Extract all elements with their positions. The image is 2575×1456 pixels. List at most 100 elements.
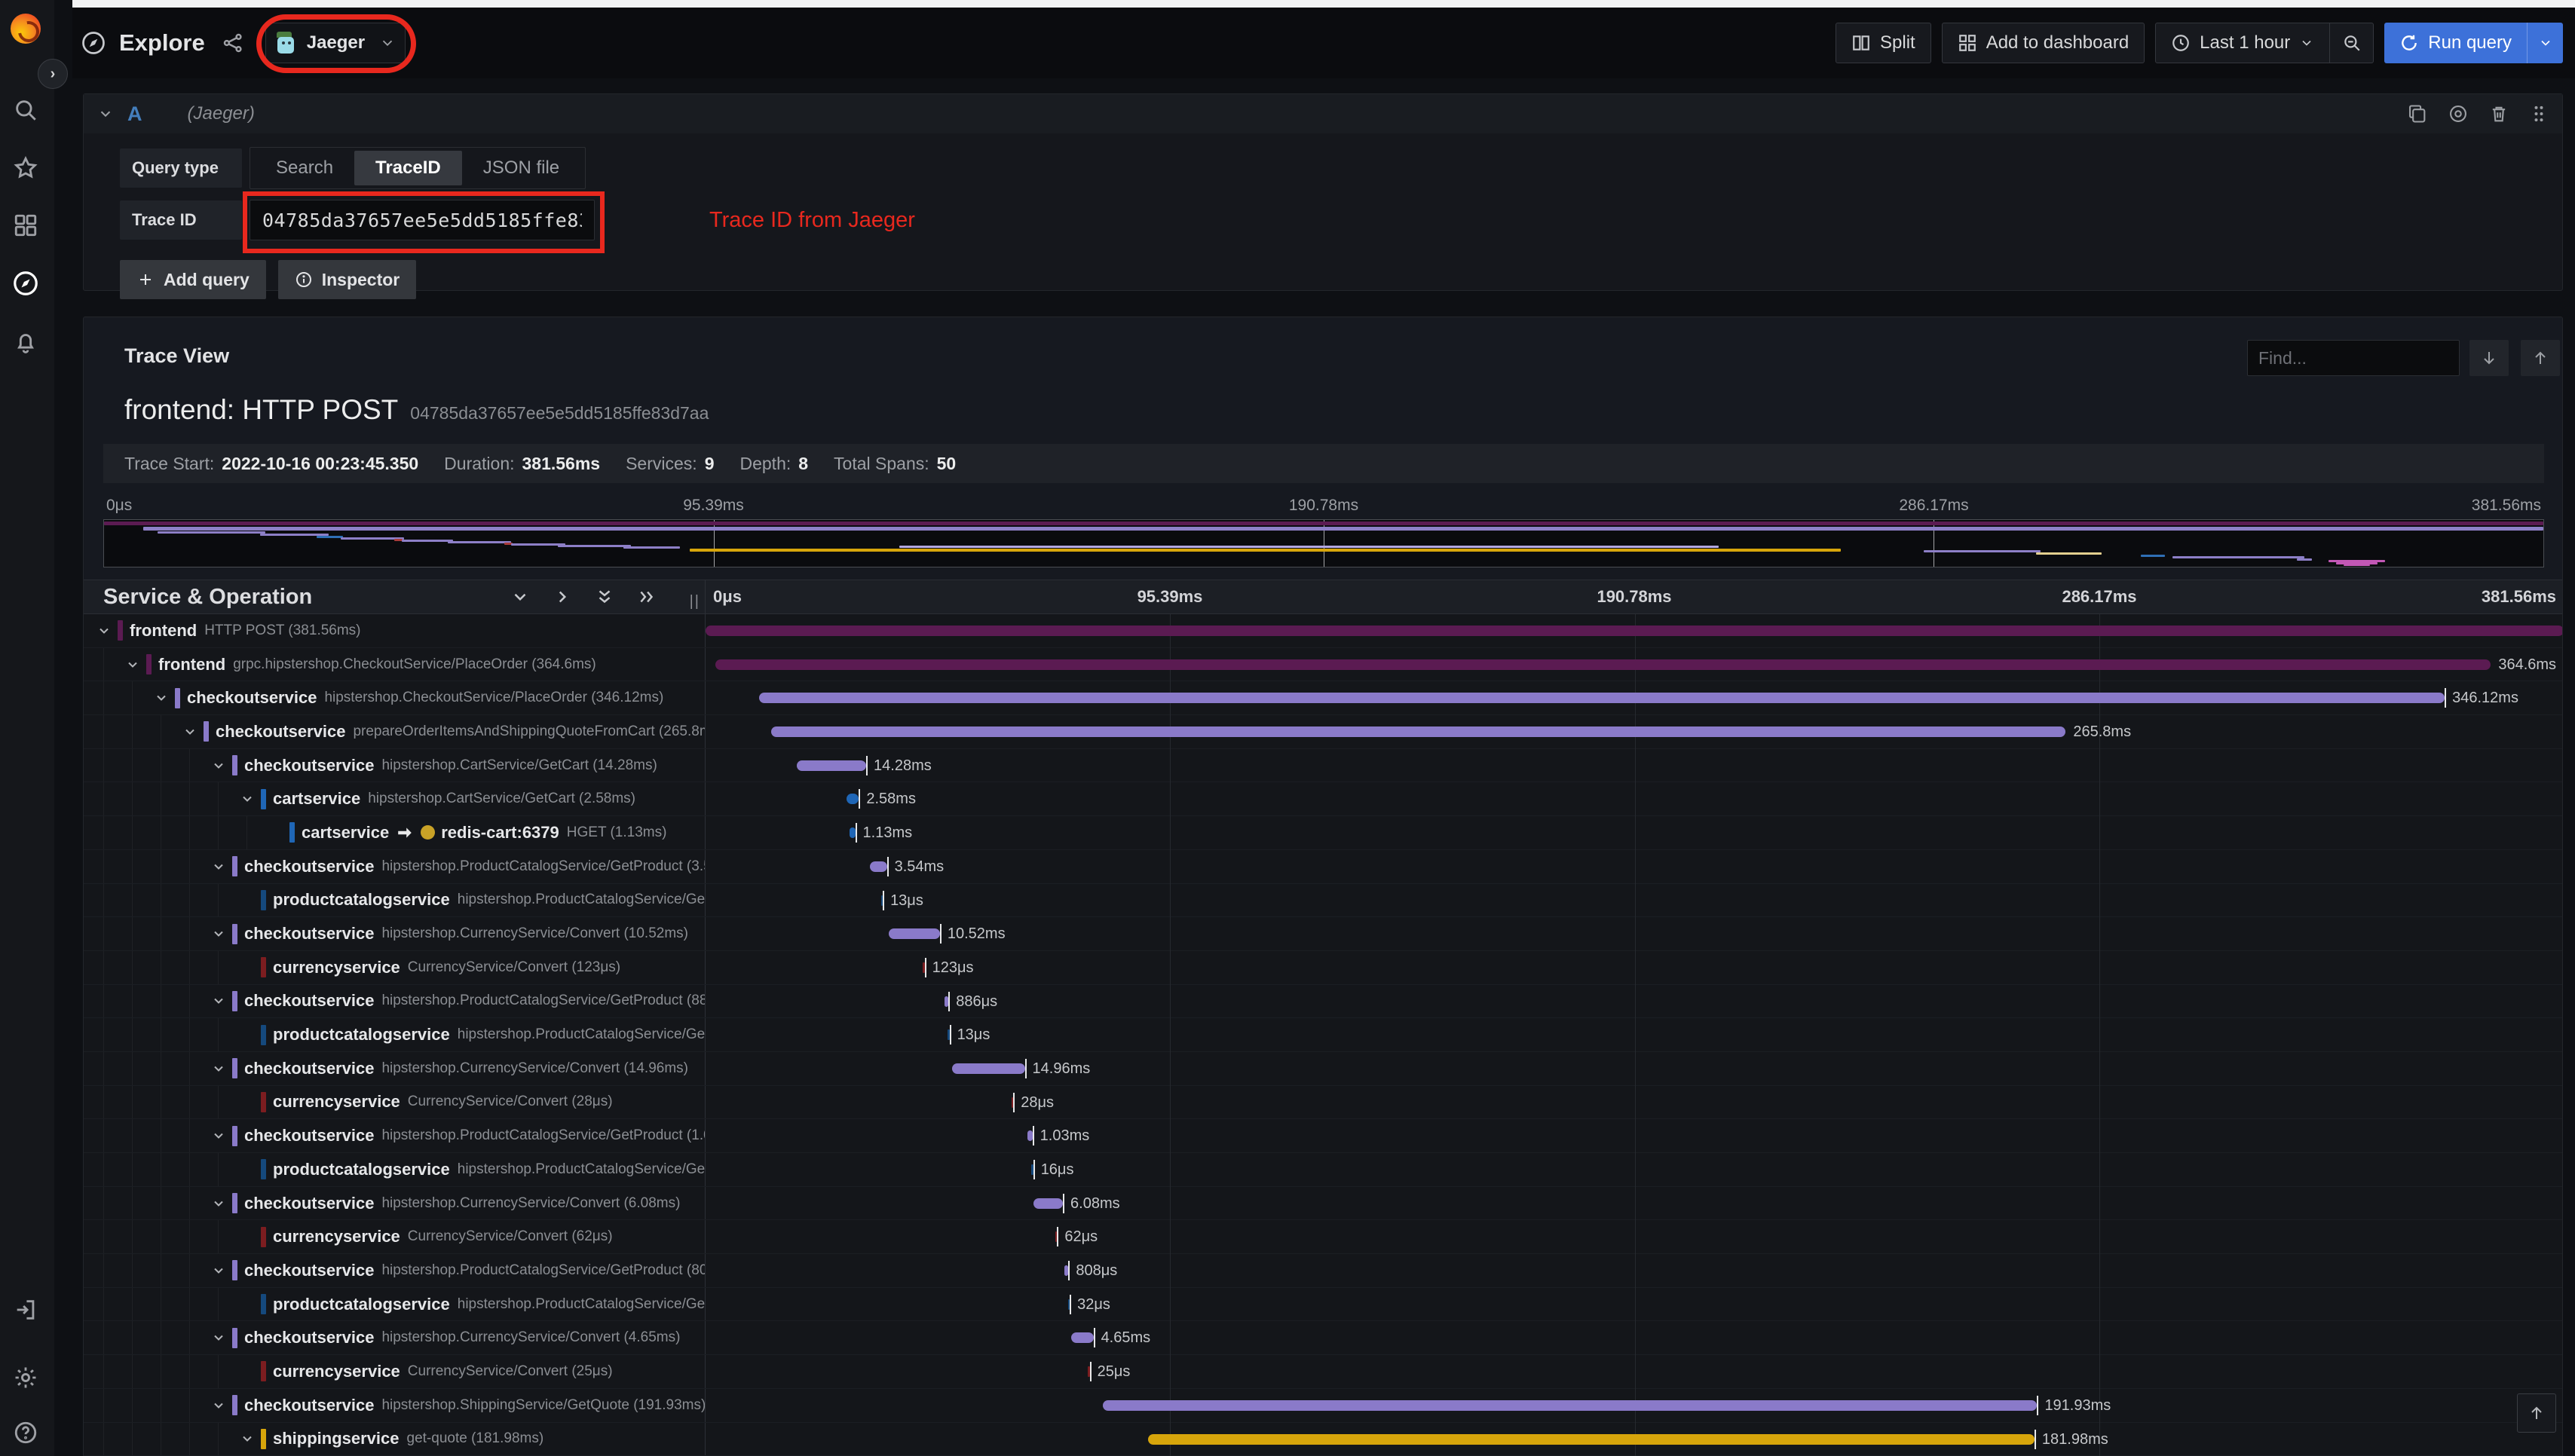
tab-traceid[interactable]: TraceID: [354, 151, 462, 185]
chevron-down-icon[interactable]: [210, 1262, 227, 1279]
chevron-down-icon[interactable]: [210, 757, 227, 774]
span-bar[interactable]: [796, 760, 867, 771]
span-row[interactable]: currencyservice CurrencyService/Convert (…: [84, 1355, 2562, 1389]
sign-in-icon[interactable]: [11, 1295, 41, 1325]
chevron-down-icon[interactable]: [97, 106, 114, 122]
span-bar[interactable]: [1027, 1130, 1033, 1142]
span-row[interactable]: cartservice redis-cart:6379 HGET (1.13ms) 1…: [84, 816, 2562, 850]
span-row[interactable]: currencyservice CurrencyService/Convert (…: [84, 950, 2562, 985]
span-row[interactable]: cartservice hipstershop.CartService/GetCa…: [84, 782, 2562, 817]
chevron-down-icon[interactable]: [210, 858, 227, 875]
span-bar[interactable]: [888, 928, 940, 940]
span-row[interactable]: frontend grpc.hipstershop.CheckoutService…: [84, 647, 2562, 682]
span-bar[interactable]: [869, 861, 887, 872]
span-row-left[interactable]: checkoutservice prepareOrderItemsAndShipp…: [84, 715, 706, 748]
chevron-down-icon[interactable]: [182, 723, 198, 740]
span-row-left[interactable]: productcatalogservice hipstershop.Product…: [84, 1018, 706, 1051]
span-row[interactable]: checkoutservice hipstershop.ProductCatalo…: [84, 849, 2562, 884]
span-row-left[interactable]: checkoutservice hipstershop.ShippingServi…: [84, 1388, 706, 1422]
span-bar[interactable]: [951, 1063, 1025, 1074]
span-bar[interactable]: [850, 827, 856, 839]
span-row-left[interactable]: cartservice redis-cart:6379 HGET (1.13ms): [84, 816, 706, 849]
zoom-out-time-button[interactable]: [2330, 23, 2374, 63]
span-row-left[interactable]: shippingservice get-quote (181.98ms): [84, 1422, 706, 1456]
span-row-left[interactable]: checkoutservice hipstershop.CheckoutServi…: [84, 681, 706, 715]
span-row[interactable]: checkoutservice prepareOrderItemsAndShipp…: [84, 715, 2562, 749]
span-row-left[interactable]: productcatalogservice hipstershop.Product…: [84, 1287, 706, 1321]
collapse-all-icon[interactable]: [595, 587, 614, 607]
chevron-down-icon[interactable]: [210, 1329, 227, 1346]
span-row-left[interactable]: checkoutservice hipstershop.CurrencyServi…: [84, 1321, 706, 1355]
span-row-left[interactable]: currencyservice CurrencyService/Convert (…: [84, 1220, 706, 1254]
span-row-left[interactable]: checkoutservice hipstershop.CurrencyServi…: [84, 1186, 706, 1220]
span-bar[interactable]: [1033, 1198, 1064, 1209]
expand-one-icon[interactable]: [553, 587, 572, 607]
star-icon[interactable]: [11, 153, 41, 183]
span-bar[interactable]: [715, 659, 2491, 670]
span-row[interactable]: checkoutservice hipstershop.ProductCatalo…: [84, 984, 2562, 1019]
chevron-down-icon[interactable]: [239, 1430, 256, 1447]
find-input[interactable]: [2247, 340, 2460, 376]
span-row[interactable]: productcatalogservice hipstershop.Product…: [84, 1153, 2562, 1187]
expand-all-icon[interactable]: [637, 587, 657, 607]
dashboards-icon[interactable]: [11, 210, 41, 240]
span-row-left[interactable]: productcatalogservice hipstershop.Product…: [84, 883, 706, 917]
span-bar[interactable]: [1070, 1332, 1094, 1344]
help-icon[interactable]: [11, 1418, 41, 1448]
delete-query-icon[interactable]: [2488, 103, 2509, 124]
span-row[interactable]: checkoutservice hipstershop.CurrencyServi…: [84, 1321, 2562, 1356]
search-icon[interactable]: [11, 95, 41, 125]
span-row[interactable]: checkoutservice hipstershop.ProductCatalo…: [84, 1119, 2562, 1153]
span-row-left[interactable]: checkoutservice hipstershop.ProductCatalo…: [84, 1254, 706, 1287]
sidebar-expand-button[interactable]: ›: [38, 59, 68, 89]
copy-query-icon[interactable]: [2407, 103, 2428, 124]
span-row[interactable]: frontend HTTP POST (381.56ms): [84, 614, 2562, 648]
chevron-down-icon[interactable]: [210, 925, 227, 942]
chevron-down-icon[interactable]: [210, 1397, 227, 1414]
span-row-left[interactable]: productcatalogservice hipstershop.Product…: [84, 1153, 706, 1186]
add-query-button[interactable]: Add query: [120, 260, 266, 299]
span-row-left[interactable]: currencyservice CurrencyService/Convert (…: [84, 1085, 706, 1119]
span-row-left[interactable]: currencyservice CurrencyService/Convert (…: [84, 1355, 706, 1388]
add-to-dashboard-button[interactable]: Add to dashboard: [1941, 23, 2145, 63]
span-row[interactable]: checkoutservice hipstershop.CurrencyServi…: [84, 1051, 2562, 1086]
span-bar[interactable]: [706, 626, 2562, 636]
span-row[interactable]: checkoutservice hipstershop.ShippingServi…: [84, 1388, 2562, 1423]
share-icon[interactable]: [222, 32, 244, 54]
run-query-button[interactable]: Run query: [2384, 23, 2563, 63]
tab-search[interactable]: Search: [255, 151, 354, 185]
span-row[interactable]: currencyservice CurrencyService/Convert (…: [84, 1220, 2562, 1255]
span-bar[interactable]: [846, 794, 859, 805]
span-bar[interactable]: [759, 693, 2445, 704]
disable-query-icon[interactable]: [2448, 103, 2469, 124]
run-query-dropdown[interactable]: [2527, 23, 2563, 63]
span-row-left[interactable]: checkoutservice hipstershop.CurrencyServi…: [84, 1051, 706, 1085]
span-row-left[interactable]: frontend HTTP POST (381.56ms): [84, 614, 706, 647]
chevron-down-icon[interactable]: [210, 1195, 227, 1212]
find-prev-button[interactable]: [2521, 340, 2560, 376]
chevron-down-icon[interactable]: [239, 791, 256, 807]
span-row[interactable]: productcatalogservice hipstershop.Product…: [84, 1287, 2562, 1322]
span-row[interactable]: currencyservice CurrencyService/Convert (…: [84, 1085, 2562, 1120]
settings-gear-icon[interactable]: [11, 1363, 41, 1393]
alerting-bell-icon[interactable]: [11, 327, 41, 357]
span-row-left[interactable]: checkoutservice hipstershop.ProductCatalo…: [84, 849, 706, 883]
span-bar[interactable]: [771, 726, 2066, 738]
span-row[interactable]: checkoutservice hipstershop.CheckoutServi…: [84, 681, 2562, 716]
span-row-left[interactable]: checkoutservice hipstershop.ProductCatalo…: [84, 1119, 706, 1152]
query-row-header[interactable]: A (Jaeger): [84, 94, 2562, 133]
span-row-left[interactable]: cartservice hipstershop.CartService/GetCa…: [84, 782, 706, 816]
span-row[interactable]: checkoutservice hipstershop.ProductCatalo…: [84, 1254, 2562, 1288]
span-row-left[interactable]: currencyservice CurrencyService/Convert (…: [84, 950, 706, 984]
chevron-down-icon[interactable]: [153, 690, 170, 706]
span-row[interactable]: shippingservice get-quote (181.98ms) 181.9…: [84, 1422, 2562, 1456]
span-row[interactable]: checkoutservice hipstershop.CurrencyServi…: [84, 917, 2562, 951]
find-next-button[interactable]: [2469, 340, 2509, 376]
inspector-button[interactable]: Inspector: [277, 260, 417, 299]
span-row-left[interactable]: checkoutservice hipstershop.CurrencyServi…: [84, 917, 706, 950]
span-row[interactable]: productcatalogservice hipstershop.Product…: [84, 1018, 2562, 1052]
datasource-picker[interactable]: Jaeger: [256, 14, 416, 73]
span-row[interactable]: productcatalogservice hipstershop.Product…: [84, 883, 2562, 918]
span-bar[interactable]: [1148, 1433, 2035, 1445]
span-bar[interactable]: [1102, 1399, 2038, 1411]
